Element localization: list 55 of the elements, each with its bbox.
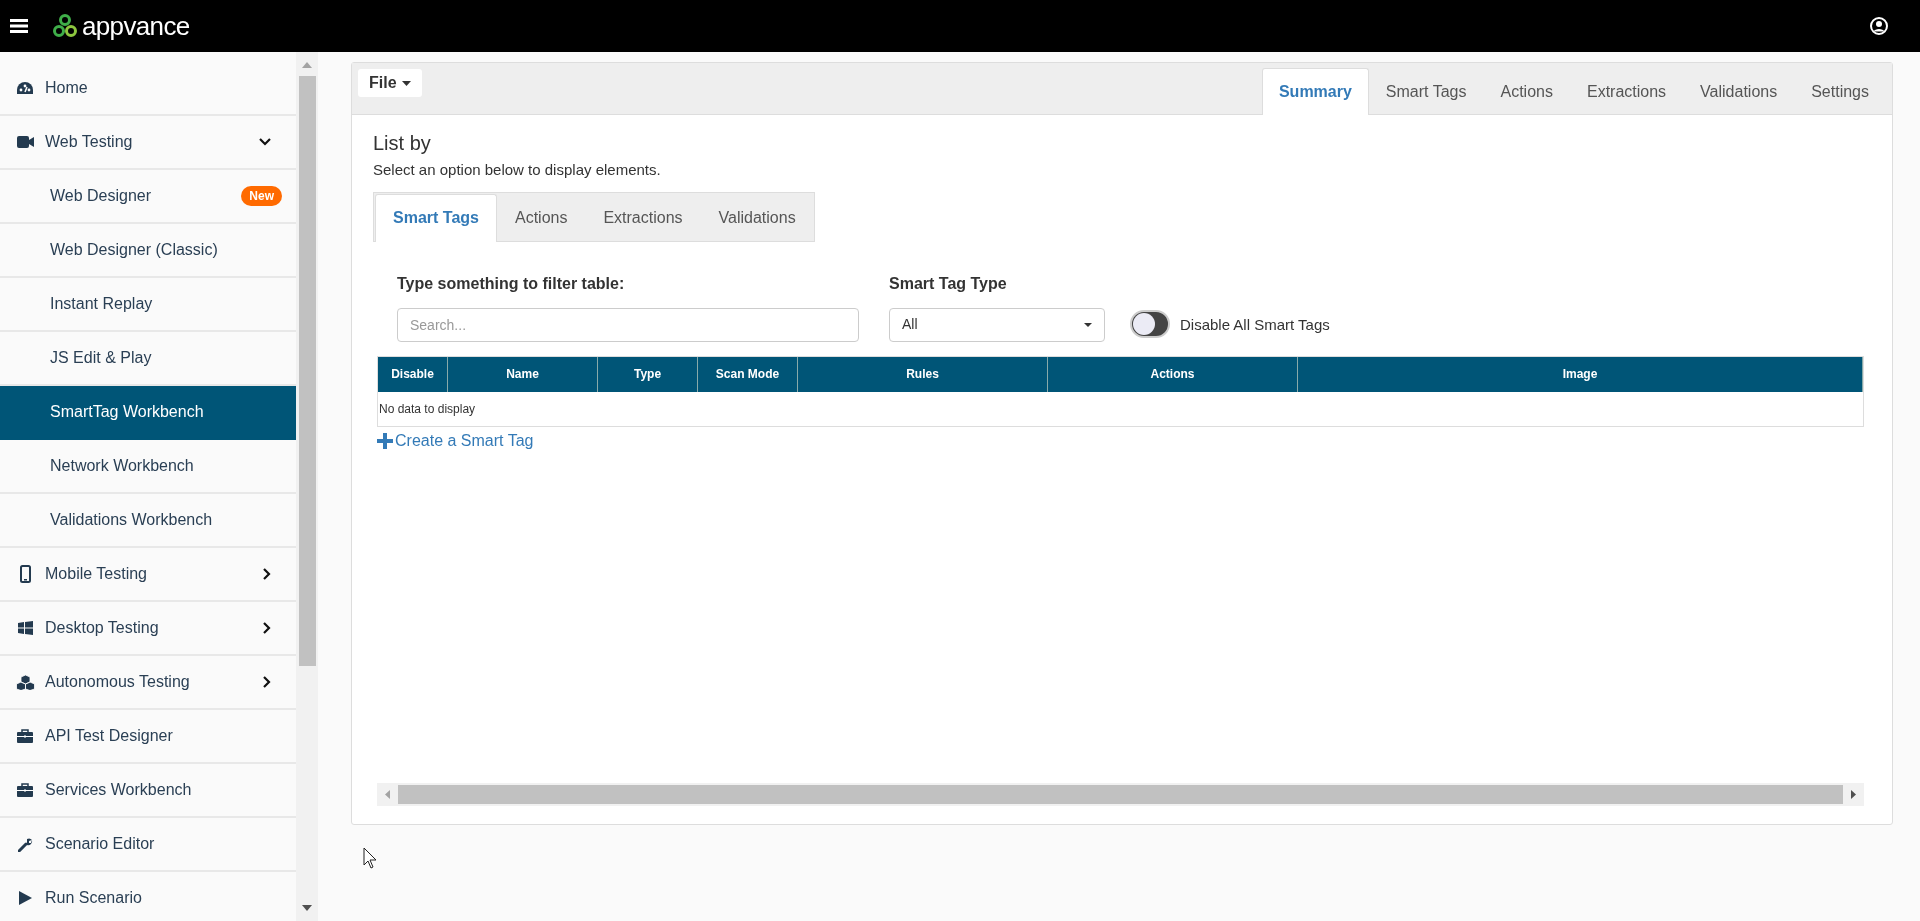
briefcase-icon bbox=[17, 783, 33, 797]
scroll-left-icon[interactable] bbox=[385, 790, 390, 799]
column-header[interactable]: Type bbox=[598, 356, 698, 392]
plus-icon bbox=[377, 432, 393, 449]
caret-icon bbox=[401, 80, 411, 86]
tab[interactable]: Actions bbox=[1483, 68, 1570, 115]
logo-icon bbox=[52, 14, 78, 38]
search-field[interactable]: Search... bbox=[397, 307, 859, 342]
windows-logo-icon bbox=[17, 621, 33, 635]
user-account-icon[interactable] bbox=[1870, 17, 1888, 35]
scrollbar-thumb[interactable] bbox=[298, 76, 316, 666]
video-camera-icon bbox=[16, 136, 34, 148]
briefcase-icon bbox=[17, 729, 33, 743]
caret-icon bbox=[1084, 322, 1092, 327]
tab[interactable]: Actions bbox=[496, 193, 586, 242]
smart-tag-type-label: Smart Tag Type bbox=[889, 273, 1008, 294]
tab[interactable]: Extractions bbox=[1569, 68, 1684, 115]
mouse-pointer-icon bbox=[363, 847, 377, 869]
play-icon bbox=[18, 891, 32, 905]
column-header[interactable]: Scan Mode bbox=[698, 356, 798, 392]
scroll-right-icon[interactable] bbox=[1851, 790, 1856, 799]
filter-label: Type something to filter table: bbox=[397, 273, 626, 294]
scrollbar-thumb[interactable] bbox=[398, 785, 1843, 804]
tab[interactable]: Extractions bbox=[585, 193, 701, 242]
toggle-switch[interactable] bbox=[1130, 309, 1170, 338]
tab[interactable]: Smart Tags bbox=[1368, 68, 1484, 115]
wrench-icon bbox=[17, 836, 33, 852]
toggle-label: Disable All Smart Tags bbox=[1180, 314, 1330, 335]
column-header[interactable]: Rules bbox=[798, 356, 1048, 392]
sidebar-scrollbar[interactable] bbox=[296, 52, 318, 921]
list-by-description: Select an option below to display elements. bbox=[373, 160, 662, 180]
dashboard-icon bbox=[17, 81, 33, 95]
tab[interactable]: Settings bbox=[1794, 68, 1886, 115]
empty-table-message: No data to display bbox=[378, 400, 477, 418]
scroll-down-icon[interactable] bbox=[302, 905, 312, 911]
column-header[interactable]: Disable bbox=[378, 356, 448, 392]
mobile-phone-icon bbox=[19, 565, 31, 583]
tab[interactable]: Smart Tags bbox=[375, 193, 497, 242]
submenu-item[interactable]: SmartTag Workbench bbox=[0, 386, 296, 440]
tab[interactable]: Validations bbox=[1683, 68, 1795, 115]
file-menu-button[interactable]: File bbox=[358, 69, 422, 97]
new-badge: New bbox=[241, 186, 282, 206]
horizontal-scrollbar[interactable] bbox=[377, 783, 1864, 806]
scroll-up-icon[interactable] bbox=[302, 62, 312, 68]
list-by-heading: List by bbox=[373, 131, 432, 155]
column-header[interactable]: Image bbox=[1298, 356, 1863, 392]
menu-icon[interactable] bbox=[10, 19, 28, 33]
create-smart-tag-link[interactable]: Create a Smart Tag bbox=[377, 428, 534, 453]
logo-text: appvance bbox=[82, 13, 190, 39]
smart-tag-type-select[interactable]: All bbox=[889, 307, 1105, 342]
tab[interactable]: Summary bbox=[1261, 68, 1369, 115]
tab[interactable]: Validations bbox=[700, 193, 814, 242]
column-header[interactable]: Name bbox=[448, 356, 598, 392]
column-header[interactable]: Actions bbox=[1048, 356, 1298, 392]
cubes-icon bbox=[15, 674, 35, 690]
